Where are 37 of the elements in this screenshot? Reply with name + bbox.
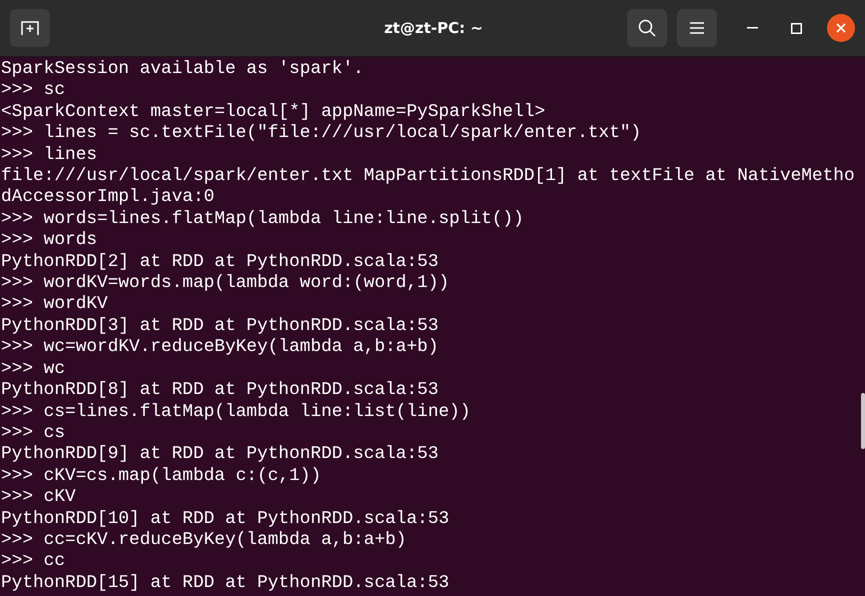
terminal-line: >>> cs [1,422,66,444]
terminal-line: PythonRDD[15] at RDD at PythonRDD.scala:53 [1,572,450,594]
search-button[interactable] [627,9,667,47]
terminal-line: >>> cs=lines.flatMap(lambda line:list(line)) [1,402,472,423]
menu-button[interactable] [677,9,717,47]
terminal-line: <SparkContext master=local[*] appName=PySparkShell> [1,102,546,124]
terminal-line: >>> words [1,230,98,252]
scrollbar-thumb[interactable] [861,393,865,449]
close-button[interactable] [827,14,855,42]
new-tab-icon [21,20,39,36]
minimize-icon [746,27,758,29]
terminal-line: >>> cc=cKV.reduceByKey(lambda a,b:a+b) [1,530,408,552]
terminal-line: >>> lines [1,144,98,166]
terminal-line: >>> cc [1,551,66,573]
terminal-line: PythonRDD[9] at RDD at PythonRDD.scala:53 [1,444,440,466]
terminal-line: >>> wordKV [1,294,109,316]
maximize-icon [790,22,802,34]
window-title: zt@zt-PC: ~ [383,19,484,37]
terminal-line: >>> wordKV=words.map(lambda word:(word,1)) [1,273,450,294]
terminal-line: >>> cKV=cs.map(lambda c:(c,1)) [1,466,322,488]
menu-icon [690,22,704,34]
terminal-line: dAccessorImpl.java:0 [1,187,216,209]
terminal-line: >>> cKV [1,487,77,509]
terminal-line: PythonRDD[2] at RDD at PythonRDD.scala:53 [1,252,440,274]
terminal-line: >>> words=lines.flatMap(lambda line:line.split()) [1,208,525,230]
terminal-line: PythonRDD[8] at RDD at PythonRDD.scala:53 [1,380,440,402]
new-tab-button[interactable] [10,9,50,47]
terminal-line: PythonRDD[10] at RDD at PythonRDD.scala:53 [1,508,450,530]
terminal-line: >>> wc=wordKV.reduceByKey(lambda a,b:a+b) [1,337,440,359]
terminal-line: >>> wc [1,358,66,380]
search-icon [638,19,656,37]
terminal-line: SparkSession available as 'spark'. [1,59,365,80]
terminal-line: >>> sc [1,80,66,102]
terminal-line: PythonRDD[3] at RDD at PythonRDD.scala:53 [1,316,440,338]
close-icon [836,23,846,33]
terminal-line: file:///usr/local/spark/enter.txt MapPartitionsRDD[1] at textFile at NativeMetho [1,166,856,188]
terminal-line: >>> lines = sc.textFile("file:///usr/local/spark/enter.txt") [1,123,642,145]
